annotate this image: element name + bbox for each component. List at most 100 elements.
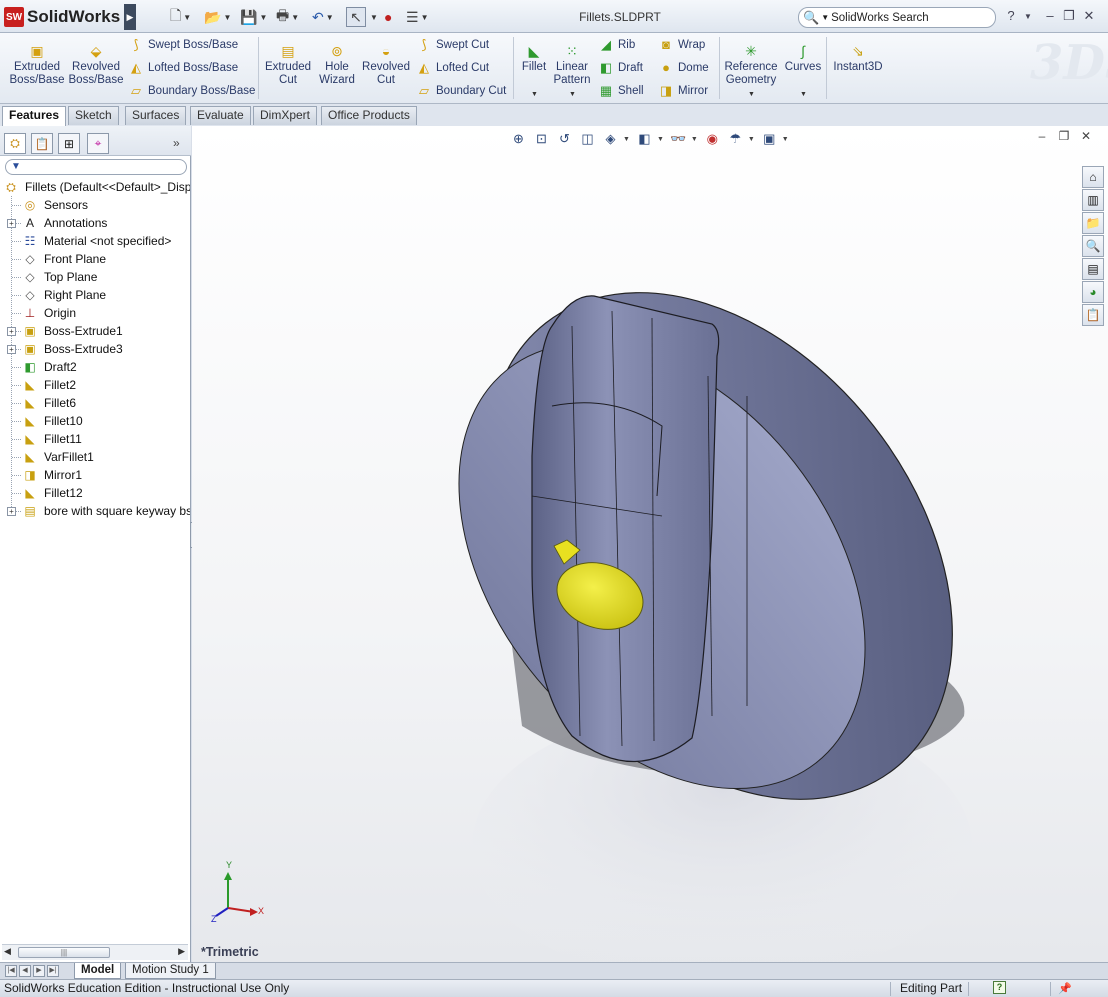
help-dropdown-icon[interactable]: ▼ (1020, 12, 1036, 30)
scroll-left-icon[interactable]: ◀ (4, 946, 11, 957)
fillet-button[interactable]: ◣ Fillet (518, 43, 550, 74)
graphics-viewport[interactable]: ⊕ ⊡ ↺ ◫ ◈ ▼ ◧ ▼ 👓 ▼ ◉ ☂ ▼ ▣ ▼ – ❐ ✕ ⌂ ▥ 📁 🔍 ▤… (192, 126, 1108, 962)
expand-icon[interactable]: + (7, 327, 16, 336)
tree-item[interactable]: ◣ Fillet10 (0, 412, 190, 430)
viewport-minimize-icon[interactable]: – (1034, 129, 1050, 143)
extruded-boss-button[interactable]: ▣ Extruded Boss/Base (8, 43, 66, 87)
display-style-icon[interactable]: ◧ (634, 129, 655, 149)
tab-model[interactable]: Model (74, 963, 122, 979)
tree-root-part[interactable]: ⛭ Fillets (Default<<Default>_Display Sta… (0, 178, 190, 196)
print-button[interactable]: 🖶 ▼ (276, 7, 299, 27)
viewport-restore-icon[interactable]: ❐ (1056, 129, 1072, 143)
chevron-down-icon[interactable]: ▼ (657, 136, 664, 143)
hole-wizard-button[interactable]: ⊚ Hole Wizard (316, 43, 358, 87)
curves-button[interactable]: ∫ Curves (784, 43, 822, 74)
view-orientation-icon[interactable]: ◈ (600, 129, 621, 149)
undo-button[interactable]: ↶ ▼ (312, 7, 334, 27)
tree-item[interactable]: ◧ Draft2 (0, 358, 190, 376)
chevron-down-icon[interactable]: ▼ (183, 13, 191, 22)
select-button[interactable]: ↖ (346, 7, 366, 27)
last-tab-icon[interactable]: ▶| (47, 965, 59, 977)
quick-tips-help-icon[interactable]: ? (993, 981, 1006, 994)
save-button[interactable]: 💾 ▼ (240, 7, 267, 27)
rebuild-button[interactable]: ● (384, 7, 392, 27)
expand-icon[interactable]: + (7, 219, 16, 228)
revolved-cut-button[interactable]: ◒ Revolved Cut (360, 43, 412, 87)
view-palette-icon[interactable]: ▤ (1082, 258, 1104, 280)
curves-dropdown-icon[interactable]: ▼ (800, 91, 807, 98)
solidworks-logo[interactable]: SW SolidWorks (4, 5, 120, 29)
lofted-cut-button[interactable]: ◭ Lofted Cut (416, 59, 489, 77)
lofted-boss-button[interactable]: ◭ Lofted Boss/Base (128, 59, 238, 77)
chevron-down-icon[interactable]: ▼ (748, 136, 755, 143)
configuration-manager-tab-icon[interactable]: ⊞ (58, 133, 80, 154)
menu-expand-arrow-icon[interactable]: ▶ (124, 4, 136, 30)
tree-item[interactable]: ☷ Material <not specified> (0, 232, 190, 250)
new-document-button[interactable]: 🗋 ▼ (170, 7, 191, 27)
open-button[interactable]: 📂 ▼ (204, 7, 231, 27)
tab-office-products[interactable]: Office Products (321, 106, 417, 125)
tree-item[interactable]: ◣ VarFillet1 (0, 448, 190, 466)
tree-item[interactable]: ◣ Fillet12 (0, 484, 190, 502)
tree-filter-input[interactable]: ▼ (5, 159, 187, 175)
next-tab-icon[interactable]: ▶ (33, 965, 45, 977)
zoom-to-fit-icon[interactable]: ⊕ (508, 129, 529, 149)
design-library-icon[interactable]: ▥ (1082, 189, 1104, 211)
chevron-down-icon[interactable]: ▼ (782, 136, 789, 143)
tree-item[interactable]: ◇ Right Plane (0, 286, 190, 304)
minimize-icon[interactable]: – (1042, 8, 1058, 26)
expand-icon[interactable]: + (7, 507, 16, 516)
part-model-3d[interactable] (192, 126, 1108, 962)
linear-pattern-button[interactable]: ⁙ Linear Pattern (552, 43, 592, 87)
property-manager-tab-icon[interactable]: 📋 (31, 133, 53, 154)
boundary-boss-button[interactable]: ▱ Boundary Boss/Base (128, 82, 255, 100)
fillet-dropdown-icon[interactable]: ▼ (531, 91, 538, 98)
expand-icon[interactable]: + (7, 345, 16, 354)
tree-item[interactable]: ◣ Fillet6 (0, 394, 190, 412)
panel-horizontal-scrollbar[interactable]: ◀ ||| ▶ (2, 944, 188, 960)
section-view-icon[interactable]: ◫ (577, 129, 598, 149)
expand-panel-icon[interactable]: » (173, 136, 180, 150)
tree-item[interactable]: + ▤ bore with square keyway bs (0, 502, 190, 520)
pin-icon[interactable]: 📌 (1058, 981, 1072, 997)
reference-geometry-dropdown-icon[interactable]: ▼ (748, 91, 755, 98)
hide-show-items-icon[interactable]: 👓 (668, 129, 689, 149)
options-button[interactable]: ☰ ▼ (406, 7, 428, 27)
swept-boss-button[interactable]: ⟆ Swept Boss/Base (128, 36, 238, 54)
chevron-down-icon[interactable]: ▼ (326, 13, 334, 22)
tree-item[interactable]: + ▣ Boss-Extrude3 (0, 340, 190, 358)
tree-item[interactable]: + ▣ Boss-Extrude1 (0, 322, 190, 340)
tree-item[interactable]: ⊥ Origin (0, 304, 190, 322)
close-icon[interactable]: ✕ (1081, 8, 1097, 26)
first-tab-icon[interactable]: |◀ (5, 965, 17, 977)
tree-item[interactable]: ◣ Fillet2 (0, 376, 190, 394)
restore-icon[interactable]: ❐ (1061, 8, 1077, 26)
edit-appearance-icon[interactable]: ◉ (702, 129, 723, 149)
apply-scene-icon[interactable]: ☂ (725, 129, 746, 149)
tab-surfaces[interactable]: Surfaces (125, 106, 187, 125)
wrap-button[interactable]: ◙ Wrap (658, 36, 705, 54)
rib-button[interactable]: ◢ Rib (598, 36, 635, 54)
reference-geometry-button[interactable]: ✳ Reference Geometry (722, 43, 780, 87)
help-icon[interactable]: ? (1003, 8, 1019, 26)
previous-tab-icon[interactable]: ◀ (19, 965, 31, 977)
custom-properties-icon[interactable]: 📋 (1082, 304, 1104, 326)
chevron-down-icon[interactable]: ▼ (623, 136, 630, 143)
tab-motion-study-1[interactable]: Motion Study 1 (125, 963, 216, 979)
previous-view-icon[interactable]: ↺ (554, 129, 575, 149)
scroll-thumb[interactable]: ||| (18, 947, 110, 958)
solidworks-resources-icon[interactable]: ⌂ (1082, 166, 1104, 188)
chevron-down-icon[interactable]: ▼ (223, 13, 231, 22)
tab-sketch[interactable]: Sketch (68, 106, 119, 125)
chevron-down-icon[interactable]: ▼ (821, 13, 829, 22)
tab-features[interactable]: Features (2, 106, 67, 126)
zoom-to-area-icon[interactable]: ⊡ (531, 129, 552, 149)
tree-item[interactable]: ◣ Fillet11 (0, 430, 190, 448)
scroll-right-icon[interactable]: ▶ (178, 946, 185, 957)
tree-item[interactable]: ◎ Sensors (0, 196, 190, 214)
tab-dimxpert[interactable]: DimXpert (253, 106, 318, 125)
chevron-down-icon[interactable]: ▼ (421, 13, 429, 22)
tree-item[interactable]: ◇ Top Plane (0, 268, 190, 286)
feature-manager-tab-icon[interactable]: ⛭ (4, 133, 26, 154)
chevron-down-icon[interactable]: ▼ (291, 13, 299, 22)
